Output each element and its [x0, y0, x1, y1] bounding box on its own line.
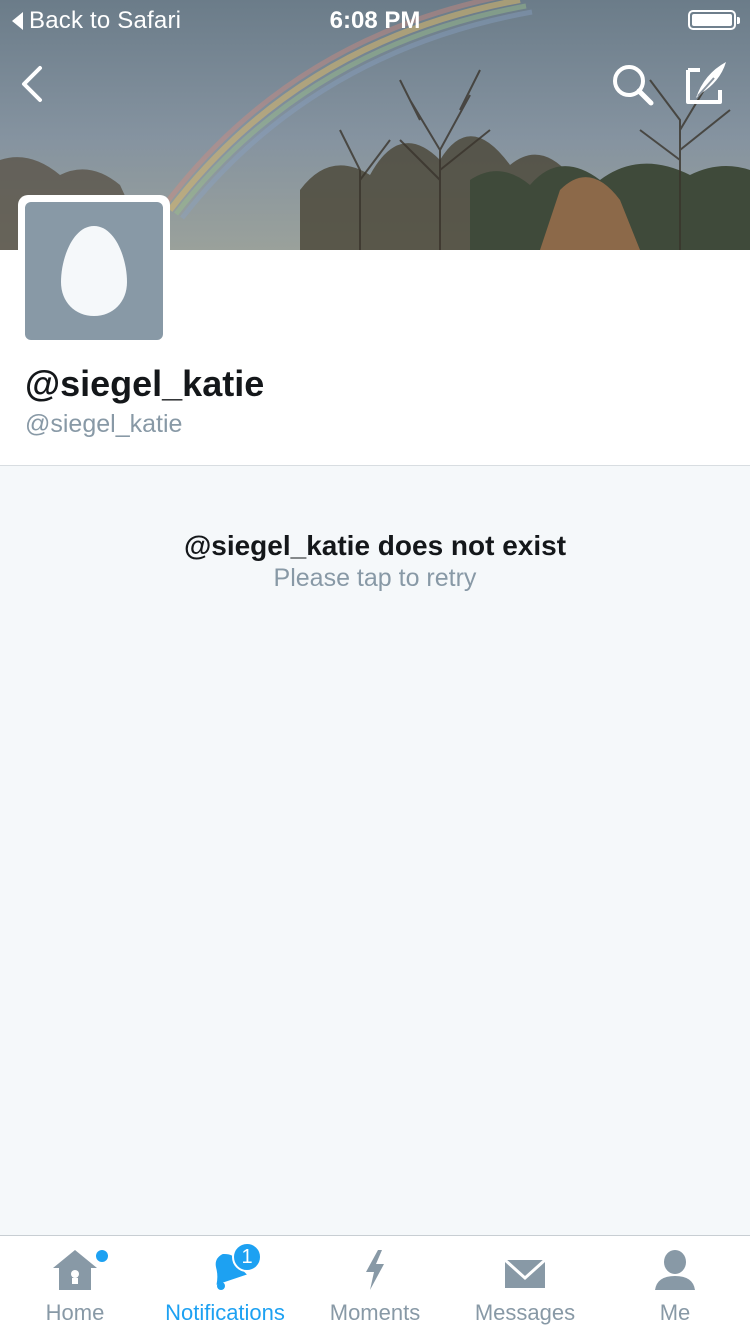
- tab-notifications-label: Notifications: [165, 1300, 285, 1325]
- status-time: 6:08 PM: [329, 7, 421, 34]
- tab-messages[interactable]: Messages: [450, 1236, 600, 1334]
- lightning-icon: [366, 1250, 384, 1290]
- profile-screen-name: @siegel_katie: [25, 410, 183, 438]
- person-icon: [655, 1250, 695, 1290]
- tab-home[interactable]: Home: [0, 1236, 150, 1334]
- bottom-tab-bar: Home 1 Notifications Moments Messages Me: [0, 1235, 750, 1334]
- profile-display-name: @siegel_katie: [25, 363, 265, 404]
- avatar[interactable]: [18, 195, 170, 347]
- back-chevron-icon[interactable]: [18, 64, 48, 104]
- profile-screen: Back to Safari 6:08 PM @siegel_katie @si…: [0, 0, 750, 1334]
- tab-moments-label: Moments: [329, 1300, 421, 1325]
- tab-moments[interactable]: Moments: [300, 1236, 450, 1334]
- notification-count-badge: 1: [232, 1242, 262, 1272]
- search-icon[interactable]: [610, 62, 656, 108]
- tab-me[interactable]: Me: [600, 1236, 750, 1334]
- default-egg-avatar-icon: [61, 226, 127, 316]
- retry-link[interactable]: Please tap to retry: [0, 564, 750, 593]
- tab-notifications[interactable]: 1 Notifications: [150, 1236, 300, 1334]
- error-title: @siegel_katie does not exist: [183, 530, 567, 561]
- new-content-dot: [96, 1250, 108, 1262]
- tab-messages-label: Messages: [474, 1300, 576, 1325]
- tab-me-label: Me: [659, 1300, 691, 1325]
- tab-home-label: Home: [45, 1300, 105, 1325]
- status-bar: Back to Safari 6:08 PM: [0, 0, 750, 40]
- compose-tweet-icon[interactable]: [684, 60, 730, 106]
- battery-icon: [688, 10, 740, 30]
- envelope-icon: [503, 1258, 547, 1288]
- home-icon: [53, 1250, 97, 1290]
